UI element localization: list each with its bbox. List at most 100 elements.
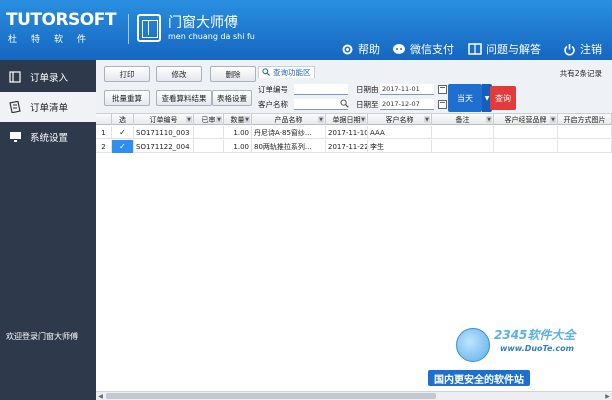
chevron-down-icon[interactable]: ▼ xyxy=(424,116,430,123)
column-header-customer[interactable]: 客户名称 ▼ xyxy=(368,114,432,125)
help-link[interactable]: 帮助 xyxy=(340,42,380,56)
reviewed-cell[interactable] xyxy=(194,126,224,139)
chevron-right-icon[interactable]: ▶ xyxy=(603,392,612,400)
chevron-down-icon[interactable]: ▼ xyxy=(550,116,556,123)
table-header: 选 订单编号 ▼ 已审 ▼ 数量 ▼ 产品名称 ▼ 单据日期 ▼ 客户名称 ▼ 备注 ▼ 客户… xyxy=(96,114,612,125)
sidebar-item-settings[interactable]: 系统设置 xyxy=(0,122,96,152)
chevron-down-icon[interactable]: ▼ xyxy=(486,116,492,123)
logout-label: 注销 xyxy=(580,43,602,56)
date-to-label: 日期至 xyxy=(356,100,379,109)
column-header-product[interactable]: 产品名称 ▼ xyxy=(252,114,326,125)
customer-cell[interactable]: AAA xyxy=(368,126,432,139)
date-cell[interactable]: 2017-11-22 xyxy=(326,140,368,153)
tutorsoft-logo: TUTORSOFT 杜特软件 xyxy=(6,10,126,50)
wechat-pay-link[interactable]: 微信支付 xyxy=(392,42,454,56)
date-from-label: 日期由 xyxy=(356,85,379,94)
batch-reset-button[interactable]: 批量重算 xyxy=(104,90,150,106)
watermark-title: 2345软件大全 xyxy=(494,328,576,342)
today-button[interactable]: 当天 xyxy=(448,84,482,112)
query-button[interactable]: 查询 xyxy=(490,86,516,110)
sidebar-item-label: 系统设置 xyxy=(30,133,69,144)
tab-query[interactable]: 查询功能区 xyxy=(258,66,315,78)
app-header: TUTORSOFT 杜特软件 门窗大师傅 men chuang da shi f… xyxy=(0,0,612,60)
row-checkbox[interactable]: ✓ xyxy=(112,140,134,153)
faq-link[interactable]: 问题与解答 xyxy=(468,42,541,56)
scrollbar-thumb[interactable] xyxy=(106,393,436,399)
row-index: 2 xyxy=(96,140,112,153)
column-header-open-image[interactable]: 开启方式图片 xyxy=(558,114,612,125)
product-cell[interactable]: 80两轨推拉系列... xyxy=(252,140,326,153)
logout-link[interactable]: 注销 xyxy=(562,42,602,56)
print-button[interactable]: 打印 xyxy=(104,66,150,82)
column-header-brand[interactable]: 客户经营品牌 ▼ xyxy=(494,114,558,125)
toolbar: 打印 修改 删除 批量重算 查看算料结果 表格设置 查询功能区 订单编号 客户名… xyxy=(96,60,612,114)
column-header-select[interactable]: 选 xyxy=(112,114,134,125)
logo-chars: 杜特软件 xyxy=(8,35,101,45)
calendar-icon[interactable] xyxy=(438,85,447,94)
order-no-label: 订单编号 xyxy=(258,85,288,94)
open-image-cell[interactable] xyxy=(558,126,612,139)
power-icon xyxy=(562,42,576,56)
column-header-date[interactable]: 单据日期 ▼ xyxy=(326,114,368,125)
column-header-note[interactable]: 备注 ▼ xyxy=(432,114,494,125)
row-index: 1 xyxy=(96,126,112,139)
note-cell[interactable] xyxy=(432,140,494,153)
brand-cell[interactable] xyxy=(494,126,558,139)
column-header-qty[interactable]: 数量 ▼ xyxy=(224,114,252,125)
edit-button[interactable]: 修改 xyxy=(156,66,202,82)
logo-divider xyxy=(128,14,129,44)
view-materials-button[interactable]: 查看算料结果 xyxy=(156,90,212,106)
sidebar-item-label: 订单清单 xyxy=(30,103,69,114)
customer-search-icon[interactable] xyxy=(340,99,349,110)
horizontal-scrollbar[interactable]: ◀ ▶ xyxy=(96,391,612,400)
qty-cell[interactable]: 1.00 xyxy=(224,140,252,153)
column-header-reviewed[interactable]: 已审 ▼ xyxy=(194,114,224,125)
list-icon xyxy=(8,100,22,114)
calendar-icon[interactable] xyxy=(438,100,447,109)
open-image-cell[interactable] xyxy=(558,140,612,153)
chevron-down-icon[interactable]: ▼ xyxy=(318,116,324,123)
qty-cell[interactable]: 1.00 xyxy=(224,126,252,139)
help-label: 帮助 xyxy=(358,43,380,56)
sidebar-item-order-entry[interactable]: 订单录入 xyxy=(0,62,96,92)
wechat-pay-label: 微信支付 xyxy=(410,43,454,56)
gear-icon xyxy=(340,42,354,56)
chevron-left-icon[interactable]: ◀ xyxy=(96,392,105,400)
table-row[interactable]: 1 ✓ SO171110_003 1.00 丹尼诗A·85窗纱... 2017-… xyxy=(96,126,612,139)
row-checkbox[interactable]: ✓ xyxy=(112,126,134,139)
watermark-url: www.DuoTe.com xyxy=(500,344,574,353)
book-icon xyxy=(468,42,482,56)
customer-label: 客户名称 xyxy=(258,100,288,109)
mascot-icon xyxy=(456,328,490,362)
sidebar-item-label: 订单录入 xyxy=(30,73,69,84)
search-icon xyxy=(262,67,270,78)
date-from-input[interactable]: 2017-11-01 xyxy=(380,84,434,95)
panel-icon xyxy=(8,70,22,84)
faq-label: 问题与解答 xyxy=(486,43,541,56)
delete-button[interactable]: 删除 xyxy=(210,66,256,82)
brand-cell[interactable] xyxy=(494,140,558,153)
date-cell[interactable]: 2017-11-10 xyxy=(326,126,368,139)
order-no-cell[interactable]: SO171122_004 xyxy=(134,140,194,153)
order-no-cell[interactable]: SO171110_003 xyxy=(134,126,194,139)
chevron-down-icon[interactable]: ▼ xyxy=(186,116,192,123)
chat-bubble-icon xyxy=(392,42,406,56)
logo-text: TUTORSOFT xyxy=(6,10,116,30)
column-header-order-no[interactable]: 订单编号 ▼ xyxy=(134,114,194,125)
sidebar-item-order-list[interactable]: 订单清单 xyxy=(0,92,96,122)
chevron-down-icon[interactable]: ▼ xyxy=(244,116,250,123)
brand-title: 门窗大师傅 xyxy=(168,15,238,31)
customer-cell[interactable]: 李生 xyxy=(368,140,432,153)
sidebar: 订单录入 订单清单 系统设置 欢迎登录门窗大师傅 xyxy=(0,60,96,400)
table-row[interactable]: 2 ✓ SO171122_004 1.00 80两轨推拉系列... 2017-1… xyxy=(96,140,612,153)
table-settings-button[interactable]: 表格设置 xyxy=(212,90,252,106)
welcome-text: 欢迎登录门窗大师傅 xyxy=(6,332,78,341)
window-icon xyxy=(137,14,161,42)
note-cell[interactable] xyxy=(432,126,494,139)
reviewed-cell[interactable] xyxy=(194,140,224,153)
chevron-down-icon[interactable]: ▼ xyxy=(216,116,222,123)
order-no-input[interactable] xyxy=(294,84,348,95)
product-cell[interactable]: 丹尼诗A·85窗纱... xyxy=(252,126,326,139)
chevron-down-icon[interactable]: ▼ xyxy=(360,116,366,123)
date-to-input[interactable]: 2017-12-07 xyxy=(380,99,434,110)
